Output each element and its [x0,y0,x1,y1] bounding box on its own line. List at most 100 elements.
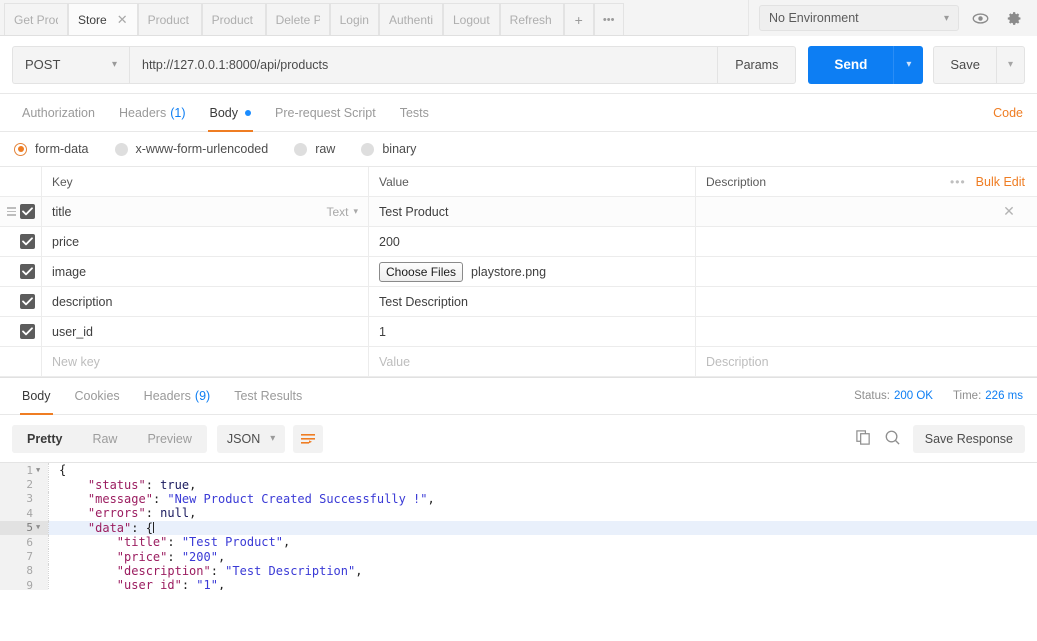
radio-icon[interactable] [114,142,128,156]
request-tab-store[interactable]: Store ✕ [68,3,138,35]
send-button[interactable]: Send [808,45,894,84]
time-label: Time: [952,390,982,402]
line-number: 6 [26,535,33,549]
params-button[interactable]: Params [718,45,797,84]
search-icon[interactable] [884,429,901,449]
new-tab-button[interactable]: + [563,3,594,35]
save-options-caret[interactable]: ▾ [997,45,1025,84]
row-value-cell[interactable]: Test Description [369,287,696,316]
close-icon[interactable]: ✕ [117,13,128,26]
response-tab-body[interactable]: Body [10,377,63,415]
request-tab-authenticate[interactable]: Authenticate [378,3,443,35]
fold-toggle-icon[interactable]: ▼ [36,466,44,474]
row-key-cell[interactable]: title Text ▾ [42,197,369,226]
row-actions-cell [981,227,1037,256]
request-tab-product-update[interactable]: Product Update [201,3,266,35]
table-more-options-icon[interactable]: ••• [950,175,966,189]
row-value-text: 200 [379,234,400,249]
request-url-input[interactable]: http://127.0.0.1:8000/api/products [129,45,719,84]
code-line: 1 ▼{ [0,463,1037,478]
row-checkbox[interactable] [20,204,35,219]
chevron-down-icon: ▾ [270,433,276,444]
radio-icon[interactable] [294,142,308,156]
delete-row-icon[interactable]: ✕ [1003,203,1015,220]
view-mode-pretty[interactable]: Pretty [12,424,78,453]
row-value-cell[interactable]: Choose Files playstore.png [369,257,696,286]
response-tab-headers[interactable]: Headers (9) [132,377,223,415]
row-key-cell[interactable]: user_id [42,317,369,346]
body-type-x-www-form-urlencoded[interactable]: x-www-form-urlencoded [114,142,268,156]
header-key-cell: Key [42,167,369,196]
row-checkbox[interactable] [20,294,35,309]
tab-headers[interactable]: Headers (1) [107,94,198,132]
row-actions-cell [981,257,1037,286]
row-key-cell[interactable]: price [42,227,369,256]
new-value-input[interactable]: Value [369,347,696,376]
tab-count: (9) [194,389,211,403]
row-type-selector[interactable]: Text ▾ [326,205,358,219]
response-format-selector[interactable]: JSON ▾ [216,424,286,453]
save-response-button[interactable]: Save Response [912,424,1025,453]
code-link[interactable]: Code [993,106,1023,120]
request-tab-login[interactable]: Login [329,3,379,35]
choose-files-button[interactable]: Choose Files [379,261,464,282]
tab-label: Refresh Token [509,12,554,27]
row-description-cell[interactable] [696,257,981,286]
tab-pre-request-script[interactable]: Pre-request Script [263,94,388,132]
new-description-input[interactable]: Description [696,347,981,376]
header-description-label: Description [706,174,767,189]
body-type-raw[interactable]: raw [294,142,335,156]
request-tab-logout[interactable]: Logout [442,3,500,35]
header-value-label: Value [379,174,409,189]
environment-selector[interactable]: No Environment ▾ [759,5,959,31]
fold-toggle-icon[interactable]: ▼ [36,524,44,531]
row-checkbox[interactable] [20,234,35,249]
code-text: "title": "Test Product", [48,534,290,550]
send-options-caret[interactable]: ▾ [893,45,924,84]
request-tab-get-products[interactable]: Get Products [4,3,68,35]
drag-handle-icon[interactable] [7,207,16,216]
request-tab-delete-product[interactable]: Delete Product [265,3,330,35]
header-actions: ••• Bulk Edit [950,167,1037,196]
radio-icon[interactable] [361,142,375,156]
row-value-cell[interactable]: 1 [369,317,696,346]
gear-icon[interactable] [1001,6,1027,30]
tab-body[interactable]: Body [198,94,264,132]
word-wrap-icon[interactable] [293,424,324,453]
row-description-cell[interactable] [696,287,981,316]
row-handle-cell [0,317,42,346]
body-type-form-data[interactable]: form-data [14,142,89,156]
response-tab-cookies[interactable]: Cookies [63,377,132,415]
response-body-code-viewer[interactable]: 1 ▼{2 "status": true, 3 "message": "New Pr… [0,462,1037,590]
time-group: Time: 226 ms [953,390,1023,402]
row-value-cell[interactable]: Test Product [369,197,696,226]
tab-tests[interactable]: Tests [388,94,441,132]
row-key-cell[interactable]: image [42,257,369,286]
row-value-cell[interactable]: 200 [369,227,696,256]
row-description-cell[interactable] [696,227,981,256]
header-value-cell: Value [369,167,696,196]
row-description-cell[interactable] [696,317,981,346]
row-value-text: playstore.png [471,264,547,279]
code-line: 8 "description": "Test Description", [0,563,1037,579]
request-tab-refresh-token[interactable]: Refresh Token [499,3,564,35]
response-tab-test-results[interactable]: Test Results [222,377,314,415]
http-method-selector[interactable]: POST ▾ [12,45,129,84]
eye-icon[interactable] [967,6,993,30]
http-method-label: POST [25,57,61,72]
tab-authorization[interactable]: Authorization [10,94,107,132]
body-type-binary[interactable]: binary [361,142,416,156]
row-checkbox[interactable] [20,264,35,279]
row-description-cell[interactable] [696,197,981,226]
view-mode-preview[interactable]: Preview [132,425,206,453]
save-button[interactable]: Save [933,45,997,84]
copy-icon[interactable] [855,429,872,449]
new-key-input[interactable]: New key [42,347,369,376]
radio-icon[interactable] [14,142,27,156]
row-key-cell[interactable]: description [42,287,369,316]
view-mode-raw[interactable]: Raw [77,425,132,453]
more-tabs-icon[interactable]: ••• [593,3,624,35]
bulk-edit-button[interactable]: Bulk Edit [976,175,1025,189]
row-checkbox[interactable] [20,324,35,339]
request-tab-product-show[interactable]: Product Show [137,3,202,35]
